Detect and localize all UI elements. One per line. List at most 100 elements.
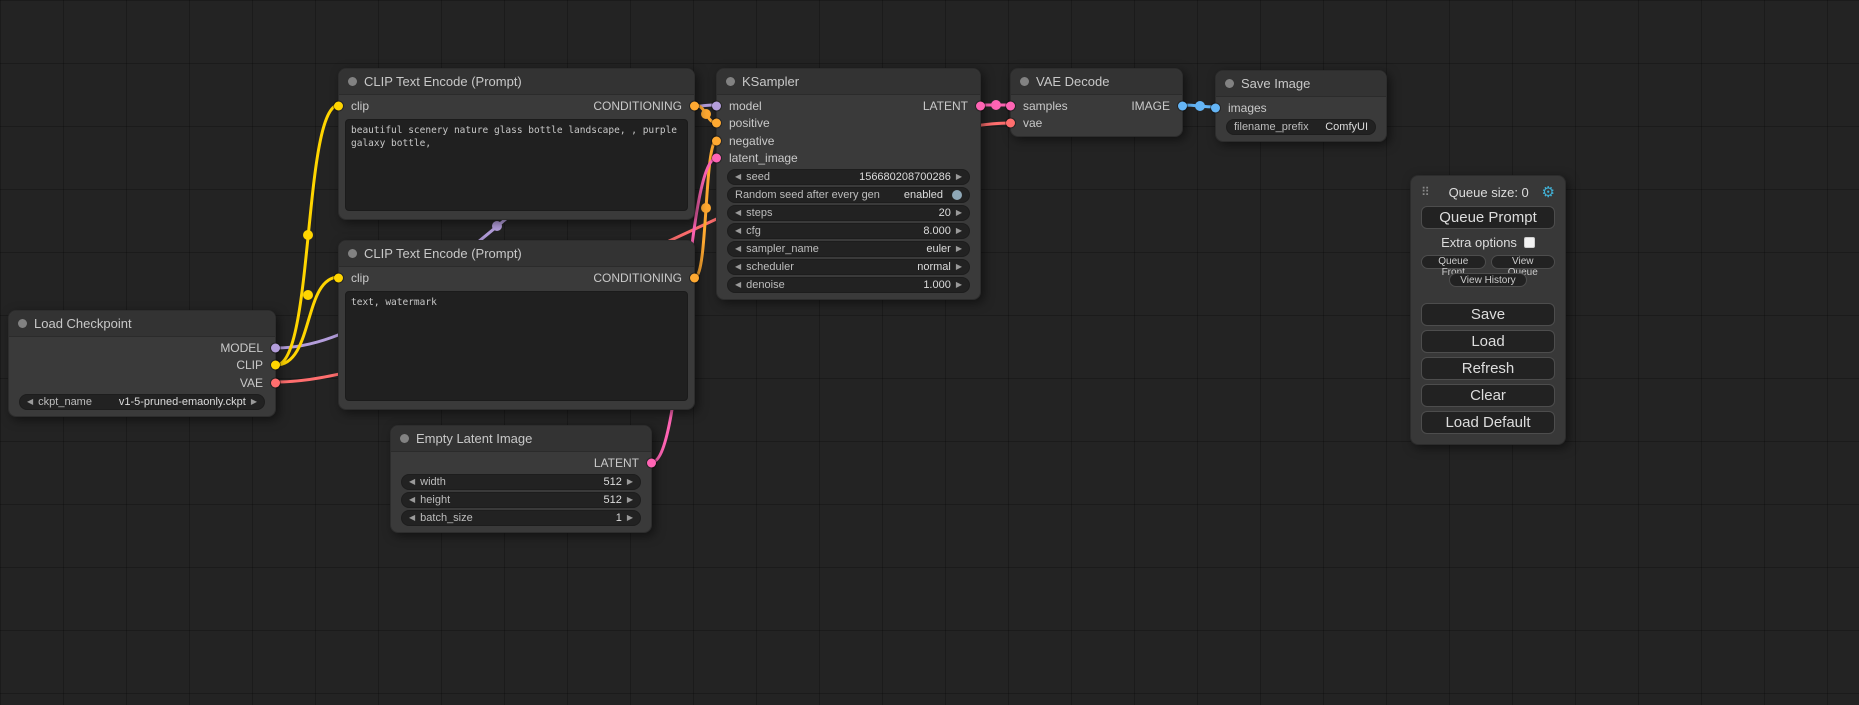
clip-output-dot[interactable] <box>271 361 280 370</box>
view-queue-button[interactable]: View Queue <box>1491 255 1556 269</box>
node-title-bar[interactable]: KSampler <box>717 69 980 95</box>
left-arrow-icon[interactable]: ◀ <box>735 209 741 217</box>
collapse-toggle-dot[interactable] <box>348 77 357 86</box>
right-arrow-icon[interactable]: ▶ <box>627 478 633 486</box>
right-arrow-icon[interactable]: ▶ <box>627 496 633 504</box>
drag-handle-icon[interactable]: ⠿ <box>1421 185 1430 199</box>
node-ksampler[interactable]: KSampler model LATENT positive negative … <box>716 68 981 300</box>
node-clip-text-encode-positive[interactable]: CLIP Text Encode (Prompt) clip CONDITION… <box>338 68 695 220</box>
left-arrow-icon[interactable]: ◀ <box>735 227 741 235</box>
left-arrow-icon[interactable]: ◀ <box>735 173 741 181</box>
widget-value: euler <box>926 243 950 255</box>
node-save-image[interactable]: Save Image images filename_prefix ComfyU… <box>1215 70 1387 142</box>
clear-button[interactable]: Clear <box>1421 384 1555 407</box>
node-vae-decode[interactable]: VAE Decode samples IMAGE vae <box>1010 68 1183 137</box>
collapse-toggle-dot[interactable] <box>18 319 27 328</box>
node-clip-text-encode-negative[interactable]: CLIP Text Encode (Prompt) clip CONDITION… <box>338 240 695 410</box>
negative-input-dot[interactable] <box>712 136 721 145</box>
model-output-dot[interactable] <box>271 343 280 352</box>
load-button[interactable]: Load <box>1421 330 1555 353</box>
widget-value: 20 <box>939 207 951 219</box>
vae-input-dot[interactable] <box>1006 119 1015 128</box>
steps-widget[interactable]: ◀ steps 20 ▶ <box>727 205 970 221</box>
node-load-checkpoint[interactable]: Load Checkpoint MODEL CLIP VAE ◀ ckpt_na… <box>8 310 276 417</box>
collapse-toggle-dot[interactable] <box>348 249 357 258</box>
queue-front-button[interactable]: Queue Front <box>1421 255 1486 269</box>
images-input-dot[interactable] <box>1211 103 1220 112</box>
extra-options-checkbox[interactable] <box>1524 237 1535 248</box>
slot-label: positive <box>729 116 770 130</box>
left-arrow-icon[interactable]: ◀ <box>409 496 415 504</box>
sampler-name-widget[interactable]: ◀ sampler_name euler ▶ <box>727 241 970 257</box>
clip-input-dot[interactable] <box>334 273 343 282</box>
seed-widget[interactable]: ◀ seed 156680208700286 ▶ <box>727 169 970 185</box>
model-input-dot[interactable] <box>712 101 721 110</box>
collapse-toggle-dot[interactable] <box>1225 79 1234 88</box>
scheduler-widget[interactable]: ◀ scheduler normal ▶ <box>727 259 970 275</box>
right-arrow-icon[interactable]: ▶ <box>956 209 962 217</box>
node-title-bar[interactable]: VAE Decode <box>1011 69 1182 95</box>
ckpt-name-widget[interactable]: ◀ ckpt_name v1-5-pruned-emaonly.ckpt ▶ <box>19 394 265 410</box>
collapse-toggle-dot[interactable] <box>1020 77 1029 86</box>
conditioning-output-dot[interactable] <box>690 273 699 282</box>
conditioning-output-dot[interactable] <box>690 101 699 110</box>
settings-gear-icon[interactable]: ⚙ <box>1542 185 1555 200</box>
positive-input-dot[interactable] <box>712 119 721 128</box>
node-title-bar[interactable]: Empty Latent Image <box>391 426 651 452</box>
batch-size-widget[interactable]: ◀ batch_size 1 ▶ <box>401 510 641 526</box>
collapse-toggle-dot[interactable] <box>400 434 409 443</box>
link-midpoint-dot <box>492 221 502 231</box>
left-arrow-icon[interactable]: ◀ <box>735 245 741 253</box>
node-title-bar[interactable]: Save Image <box>1216 71 1386 97</box>
slot-row-samples-image: samples IMAGE <box>1011 97 1182 115</box>
latent-output-dot[interactable] <box>976 101 985 110</box>
vae-output-dot[interactable] <box>271 378 280 387</box>
right-arrow-icon[interactable]: ▶ <box>627 514 633 522</box>
input-slot-vae: vae <box>1011 115 1182 133</box>
view-history-button[interactable]: View History <box>1449 273 1527 287</box>
denoise-widget[interactable]: ◀ denoise 1.000 ▶ <box>727 277 970 293</box>
right-arrow-icon[interactable]: ▶ <box>956 281 962 289</box>
left-arrow-icon[interactable]: ◀ <box>409 478 415 486</box>
samples-input-dot[interactable] <box>1006 101 1015 110</box>
widget-value: ComfyUI <box>1325 121 1368 133</box>
right-arrow-icon[interactable]: ▶ <box>251 398 257 406</box>
left-arrow-icon[interactable]: ◀ <box>735 281 741 289</box>
right-arrow-icon[interactable]: ▶ <box>956 245 962 253</box>
slot-label: LATENT <box>923 99 968 113</box>
widget-value: 512 <box>603 494 621 506</box>
widget-value: v1-5-pruned-emaonly.ckpt <box>119 396 246 408</box>
collapse-toggle-dot[interactable] <box>726 77 735 86</box>
clip-input-dot[interactable] <box>334 101 343 110</box>
random-seed-toggle-widget[interactable]: Random seed after every gen enabled <box>727 187 970 203</box>
right-arrow-icon[interactable]: ▶ <box>956 173 962 181</box>
save-button[interactable]: Save <box>1421 303 1555 326</box>
node-title-bar[interactable]: CLIP Text Encode (Prompt) <box>339 69 694 95</box>
latent-output-dot[interactable] <box>647 458 656 467</box>
right-arrow-icon[interactable]: ▶ <box>956 227 962 235</box>
node-title-bar[interactable]: CLIP Text Encode (Prompt) <box>339 241 694 267</box>
image-output-dot[interactable] <box>1178 101 1187 110</box>
refresh-button[interactable]: Refresh <box>1421 357 1555 380</box>
left-arrow-icon[interactable]: ◀ <box>27 398 33 406</box>
left-arrow-icon[interactable]: ◀ <box>409 514 415 522</box>
negative-prompt-textarea[interactable]: text, watermark <box>345 291 688 401</box>
latent-image-input-dot[interactable] <box>712 154 721 163</box>
toggle-on-indicator[interactable] <box>952 190 962 200</box>
slot-label: clip <box>351 99 369 113</box>
cfg-widget[interactable]: ◀ cfg 8.000 ▶ <box>727 223 970 239</box>
slot-label: vae <box>1023 116 1042 130</box>
input-slot-positive: positive <box>717 115 980 133</box>
node-graph-canvas[interactable]: Load Checkpoint MODEL CLIP VAE ◀ ckpt_na… <box>0 0 1859 705</box>
width-widget[interactable]: ◀ width 512 ▶ <box>401 474 641 490</box>
node-empty-latent-image[interactable]: Empty Latent Image LATENT ◀ width 512 ▶ … <box>390 425 652 533</box>
load-default-button[interactable]: Load Default <box>1421 411 1555 434</box>
filename-prefix-widget[interactable]: filename_prefix ComfyUI <box>1226 119 1376 135</box>
positive-prompt-textarea[interactable]: beautiful scenery nature glass bottle la… <box>345 119 688 211</box>
node-title-bar[interactable]: Load Checkpoint <box>9 311 275 337</box>
right-arrow-icon[interactable]: ▶ <box>956 263 962 271</box>
height-widget[interactable]: ◀ height 512 ▶ <box>401 492 641 508</box>
queue-prompt-button[interactable]: Queue Prompt <box>1421 206 1555 229</box>
link-midpoint-dot <box>1195 101 1205 111</box>
left-arrow-icon[interactable]: ◀ <box>735 263 741 271</box>
